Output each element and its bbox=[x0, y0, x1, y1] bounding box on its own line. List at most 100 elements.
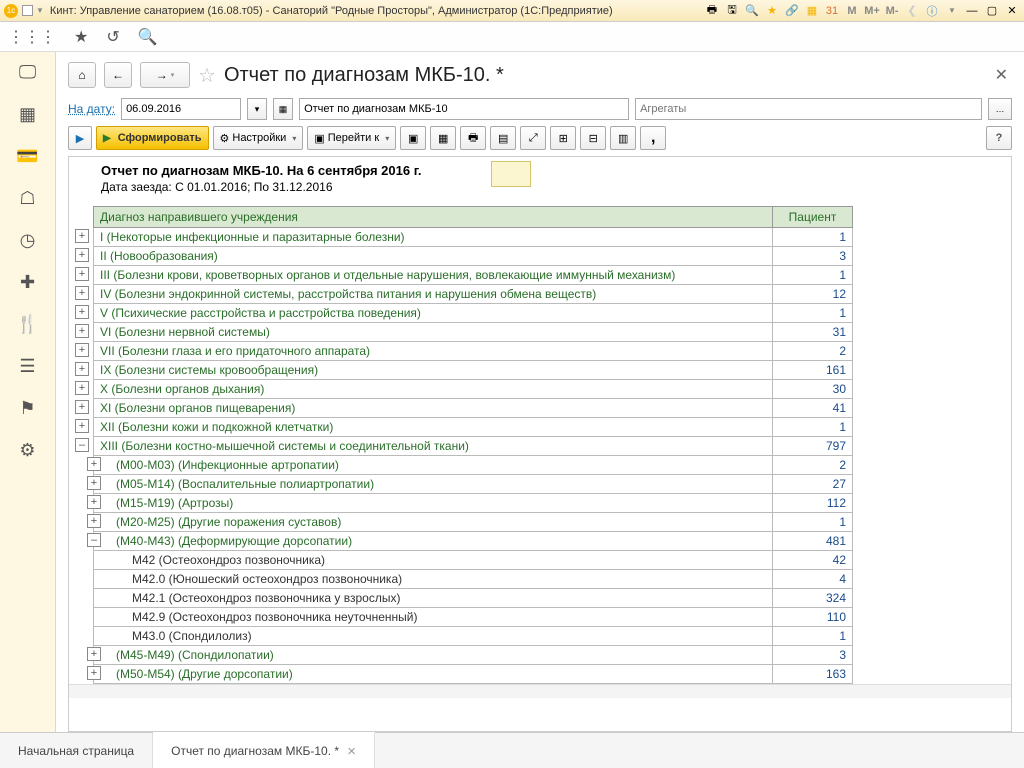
table-row[interactable]: VII (Болезни глаза и его придаточного ап… bbox=[94, 342, 853, 361]
info-icon[interactable]: ⓘ bbox=[924, 3, 940, 19]
table-row[interactable]: I (Некоторые инфекционные и паразитарные… bbox=[94, 228, 853, 247]
sidebar-food-icon[interactable]: 🍴 bbox=[16, 312, 40, 336]
expand-node-button[interactable]: + bbox=[87, 514, 101, 528]
run-button[interactable]: ▶ bbox=[68, 126, 92, 150]
table-row[interactable]: II (Новообразования)3 bbox=[94, 247, 853, 266]
aggregates-input[interactable] bbox=[635, 98, 982, 120]
nav-back-button[interactable]: ← bbox=[104, 62, 132, 88]
sidebar-monitor-icon[interactable]: 🖵 bbox=[16, 60, 40, 84]
expand-button[interactable]: ⤢ bbox=[520, 126, 546, 150]
expand-node-button[interactable]: + bbox=[75, 381, 89, 395]
expand-node-button[interactable]: + bbox=[75, 286, 89, 300]
close-window-icon[interactable]: ✕ bbox=[1004, 3, 1020, 19]
tool-btn-4[interactable]: ▥ bbox=[610, 126, 636, 150]
expand-node-button[interactable]: + bbox=[87, 495, 101, 509]
table-row[interactable]: III (Болезни крови, кроветворных органов… bbox=[94, 266, 853, 285]
expand-node-button[interactable]: + bbox=[75, 248, 89, 262]
print-icon[interactable]: 🖶 bbox=[704, 3, 720, 19]
memory-mminus-button[interactable]: M- bbox=[884, 3, 900, 19]
date-dropdown-button[interactable]: ▾ bbox=[247, 98, 267, 120]
table-row[interactable]: IV (Болезни эндокринной системы, расстро… bbox=[94, 285, 853, 304]
history-icon[interactable]: ↺ bbox=[106, 27, 119, 47]
back-history-icon[interactable]: ❮ bbox=[904, 3, 920, 19]
tree-collapse-button[interactable]: ⊟ bbox=[580, 126, 606, 150]
table-row[interactable]: M43.0 (Спондилолиз)1 bbox=[94, 627, 853, 646]
calc-icon[interactable]: ▦ bbox=[804, 3, 820, 19]
sidebar-flag-icon[interactable]: ⚑ bbox=[16, 396, 40, 420]
sidebar-settings-icon[interactable]: ⚙ bbox=[16, 438, 40, 462]
date-label-link[interactable]: На дату: bbox=[68, 102, 115, 116]
titlebar-dropdown-icon[interactable]: ▼ bbox=[36, 6, 44, 15]
aggregates-more-button[interactable]: … bbox=[988, 98, 1012, 120]
expand-node-button[interactable]: + bbox=[87, 666, 101, 680]
table-row[interactable]: V (Психические расстройства и расстройст… bbox=[94, 304, 853, 323]
report-name-input[interactable] bbox=[299, 98, 629, 120]
date-picker-button[interactable]: ▦ bbox=[273, 98, 293, 120]
maximize-icon[interactable]: ▢ bbox=[984, 3, 1000, 19]
horizontal-scrollbar[interactable] bbox=[69, 684, 1011, 698]
table-row[interactable]: (M05-M14) (Воспалительные полиартропатии… bbox=[94, 475, 853, 494]
links-icon[interactable]: 🔗 bbox=[784, 3, 800, 19]
calendar-icon[interactable]: 31 bbox=[824, 3, 840, 19]
generate-button[interactable]: Сформировать bbox=[96, 126, 209, 150]
expand-node-button[interactable]: + bbox=[75, 419, 89, 433]
memory-mplus-button[interactable]: M+ bbox=[864, 3, 880, 19]
table-row[interactable]: (M00-M03) (Инфекционные артропатии)2 bbox=[94, 456, 853, 475]
table-row[interactable]: M42.9 (Остеохондроз позвоночника неуточн… bbox=[94, 608, 853, 627]
close-page-icon[interactable]: ✕ bbox=[995, 65, 1012, 85]
sidebar-calendar-icon[interactable]: ▦ bbox=[16, 102, 40, 126]
table-row[interactable]: (M40-M43) (Деформирующие дорсопатии)481 bbox=[94, 532, 853, 551]
table-row[interactable]: M42.0 (Юношеский остеохондроз позвоночни… bbox=[94, 570, 853, 589]
help-button[interactable]: ? bbox=[986, 126, 1012, 150]
expand-node-button[interactable]: + bbox=[87, 647, 101, 661]
table-row[interactable]: VI (Болезни нервной системы)31 bbox=[94, 323, 853, 342]
sidebar-lamp-icon[interactable]: ☖ bbox=[16, 186, 40, 210]
nav-forward-button[interactable]: → bbox=[140, 62, 190, 88]
tool-btn-1[interactable]: ▣ bbox=[400, 126, 426, 150]
table-row[interactable]: (M50-M54) (Другие дорсопатии)163 bbox=[94, 665, 853, 684]
table-row[interactable]: M42 (Остеохондроз позвоночника)42 bbox=[94, 551, 853, 570]
apps-icon[interactable]: ⋮⋮⋮ bbox=[8, 27, 56, 47]
star-icon[interactable]: ★ bbox=[74, 27, 88, 47]
expand-node-button[interactable]: + bbox=[87, 457, 101, 471]
preview-icon[interactable]: 🔍 bbox=[744, 3, 760, 19]
sidebar-clock-icon[interactable]: ◷ bbox=[16, 228, 40, 252]
expand-node-button[interactable]: + bbox=[75, 324, 89, 338]
expand-node-button[interactable]: + bbox=[75, 343, 89, 357]
table-row[interactable]: XI (Болезни органов пищеварения)41 bbox=[94, 399, 853, 418]
sidebar-server-icon[interactable]: ☰ bbox=[16, 354, 40, 378]
tool-btn-2[interactable]: ▦ bbox=[430, 126, 456, 150]
help-dropdown-icon[interactable]: ▼ bbox=[944, 3, 960, 19]
table-row[interactable]: XIII (Болезни костно-мышечной системы и … bbox=[94, 437, 853, 456]
expand-node-button[interactable]: + bbox=[75, 267, 89, 281]
expand-node-button[interactable]: + bbox=[75, 362, 89, 376]
collapse-node-button[interactable]: – bbox=[75, 438, 89, 452]
table-row[interactable]: (M20-M25) (Другие поражения суставов)1 bbox=[94, 513, 853, 532]
tab-home[interactable]: Начальная страница bbox=[0, 733, 153, 768]
tab-close-icon[interactable]: ✕ bbox=[347, 745, 356, 758]
search-icon[interactable]: 🔍 bbox=[138, 27, 158, 47]
goto-button[interactable]: ▣Перейти к bbox=[307, 126, 396, 150]
table-row[interactable]: (M15-M19) (Артрозы)112 bbox=[94, 494, 853, 513]
comma-button[interactable]: , bbox=[640, 126, 666, 150]
favorite-page-icon[interactable]: ☆ bbox=[198, 63, 216, 88]
memory-m-button[interactable]: M bbox=[844, 3, 860, 19]
table-row[interactable]: IX (Болезни системы кровообращения)161 bbox=[94, 361, 853, 380]
collapse-node-button[interactable]: – bbox=[87, 533, 101, 547]
expand-node-button[interactable]: + bbox=[75, 305, 89, 319]
sidebar-card-icon[interactable]: 💳 bbox=[16, 144, 40, 168]
expand-node-button[interactable]: + bbox=[87, 476, 101, 490]
tool-btn-3[interactable]: ▤ bbox=[490, 126, 516, 150]
table-row[interactable]: XII (Болезни кожи и подкожной клетчатки)… bbox=[94, 418, 853, 437]
settings-button[interactable]: ⚙Настройки bbox=[213, 126, 304, 150]
table-row[interactable]: (M45-M49) (Спондилопатии)3 bbox=[94, 646, 853, 665]
expand-node-button[interactable]: + bbox=[75, 400, 89, 414]
favorite-icon[interactable]: ★ bbox=[764, 3, 780, 19]
minimize-icon[interactable]: — bbox=[964, 3, 980, 19]
sidebar-medical-icon[interactable]: ✚ bbox=[16, 270, 40, 294]
table-row[interactable]: X (Болезни органов дыхания)30 bbox=[94, 380, 853, 399]
print-button[interactable]: 🖶 bbox=[460, 126, 486, 150]
save-icon[interactable]: 🖫 bbox=[724, 3, 740, 19]
date-input[interactable] bbox=[121, 98, 241, 120]
tree-expand-button[interactable]: ⊞ bbox=[550, 126, 576, 150]
